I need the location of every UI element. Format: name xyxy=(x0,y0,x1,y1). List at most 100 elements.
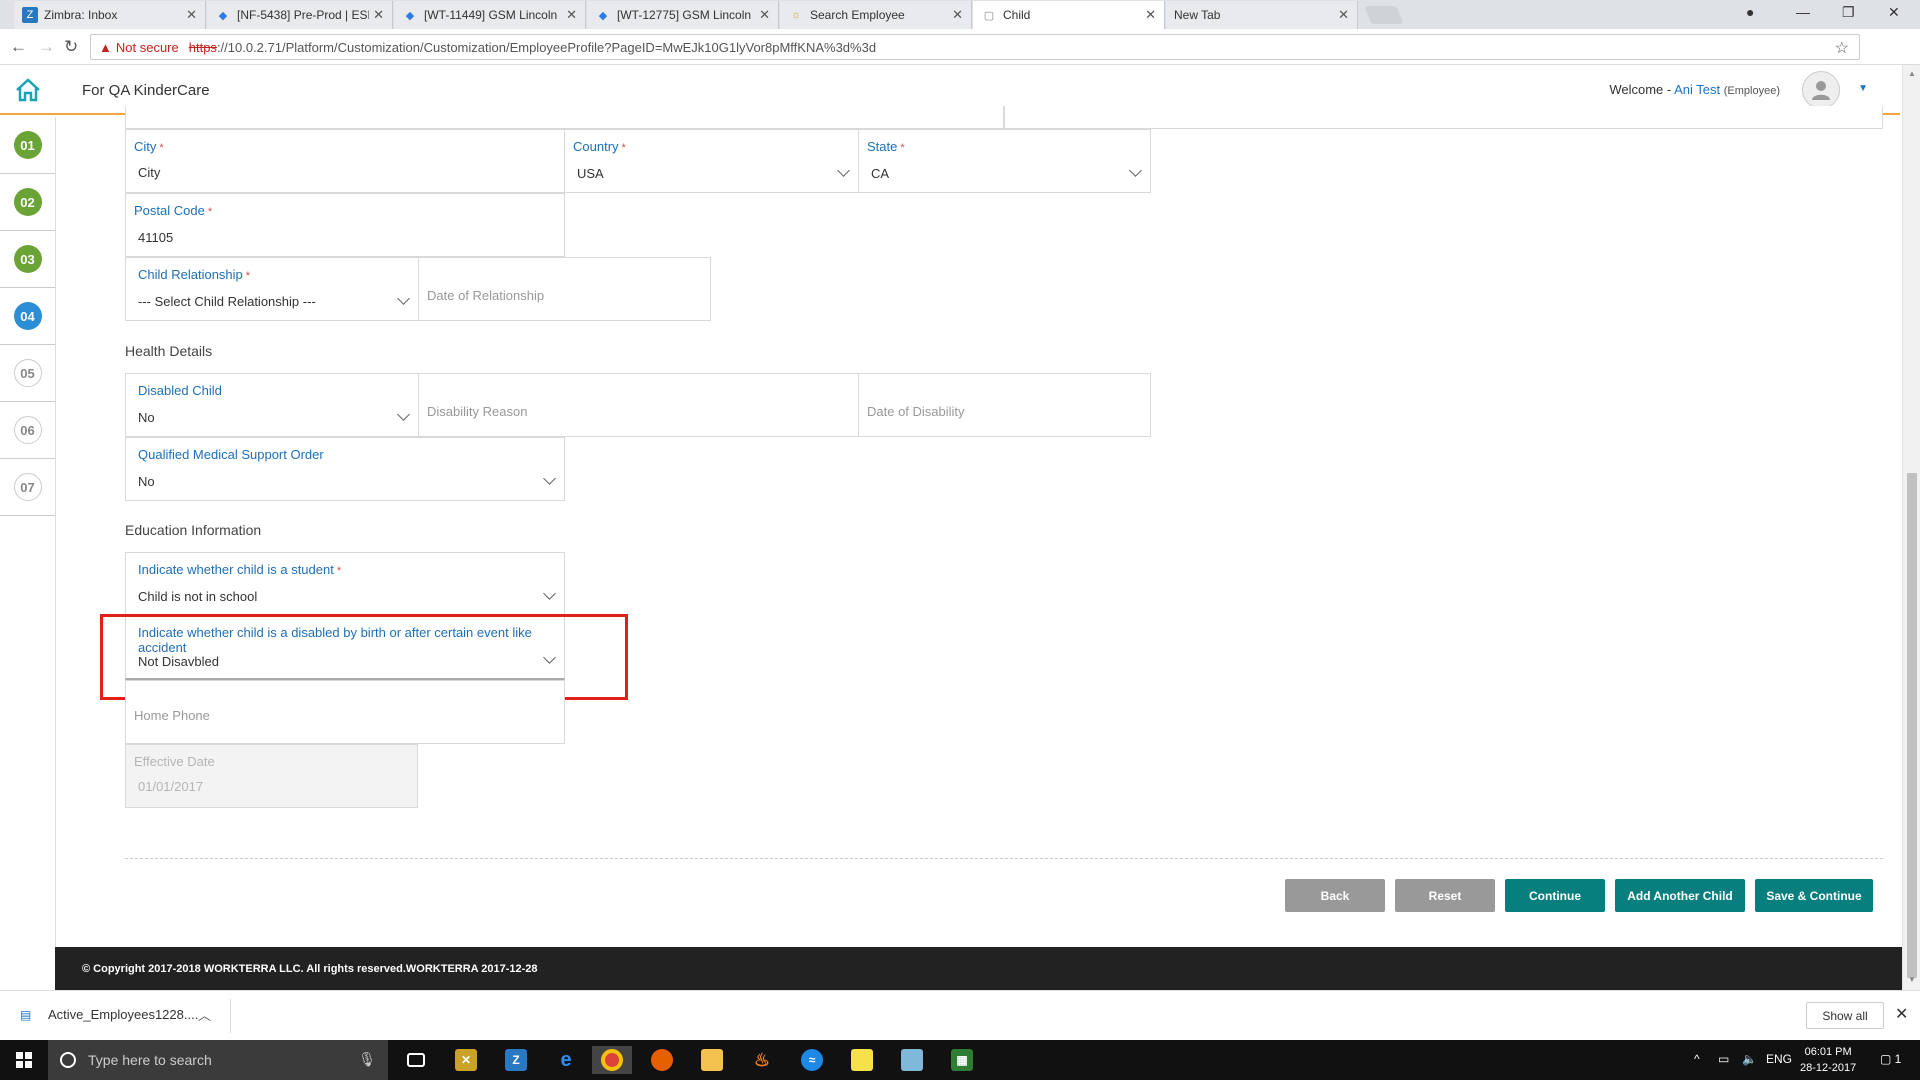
date-of-disability-field[interactable]: Date of Disability xyxy=(858,373,1151,437)
notepad-app-icon[interactable] xyxy=(892,1046,932,1074)
field-label: Postal Code * xyxy=(134,203,213,218)
tab-wt-11449[interactable]: ◆ [WT-11449] GSM Lincoln ✕ xyxy=(394,1,586,29)
tab-new-tab[interactable]: New Tab ✕ xyxy=(1166,1,1358,29)
close-tab-icon[interactable]: ✕ xyxy=(759,7,770,23)
chevron-down-icon xyxy=(397,408,410,421)
state-select[interactable]: State * CA xyxy=(858,129,1151,193)
scrollbar-thumb[interactable] xyxy=(1907,473,1917,978)
disability-reason-field[interactable]: Disability Reason xyxy=(418,373,859,437)
tools-app-icon[interactable]: ✕ xyxy=(446,1046,486,1074)
volume-muted-icon[interactable]: 🔈 xyxy=(1742,1052,1757,1066)
file-explorer-icon[interactable] xyxy=(692,1046,732,1074)
windows-start-icon[interactable] xyxy=(16,1052,32,1068)
step-01[interactable]: 01 xyxy=(0,117,55,174)
home-icon[interactable] xyxy=(14,77,42,103)
back-arrow-icon[interactable]: ← xyxy=(10,37,27,57)
task-view-icon[interactable] xyxy=(396,1046,436,1074)
new-tab-button[interactable] xyxy=(1364,6,1404,24)
tab-search-employee[interactable]: ☼ Search Employee ✕ xyxy=(780,1,972,29)
system-clock[interactable]: 06:01 PM 28-12-2017 xyxy=(1800,1044,1856,1076)
chevron-up-icon[interactable]: ︿ xyxy=(198,1005,211,1024)
close-icon[interactable]: ✕ xyxy=(1895,1004,1908,1024)
clock-date: 28-12-2017 xyxy=(1800,1062,1857,1074)
back-button[interactable]: Back xyxy=(1285,879,1385,912)
notification-icon[interactable]: ▢ 1 xyxy=(1880,1052,1901,1066)
firefox-browser-icon[interactable] xyxy=(642,1046,682,1074)
minimize-icon[interactable]: — xyxy=(1796,4,1810,20)
home-phone-field[interactable]: Home Phone xyxy=(125,680,565,744)
chrome-browser-icon[interactable] xyxy=(592,1046,632,1074)
zimbra-app-icon[interactable]: Z xyxy=(496,1046,536,1074)
state-value: CA xyxy=(871,166,890,181)
student-status-value: Child is not in school xyxy=(138,589,258,604)
download-bar: ▤ Active_Employees1228.... ︿ Show all ✕ xyxy=(0,990,1920,1040)
close-tab-icon[interactable]: ✕ xyxy=(566,7,577,23)
tab-nf-5438[interactable]: ◆ [NF-5438] Pre-Prod | ESB ✕ xyxy=(207,1,393,29)
close-tab-icon[interactable]: ✕ xyxy=(1145,7,1156,23)
close-tab-icon[interactable]: ✕ xyxy=(952,7,963,23)
date-of-relationship-field[interactable]: Date of Relationship xyxy=(418,257,711,321)
tab-wt-12775[interactable]: ◆ [WT-12775] GSM Lincoln ✕ xyxy=(587,1,779,29)
language-indicator[interactable]: ENG xyxy=(1766,1052,1792,1066)
chevron-down-icon[interactable]: ▼ xyxy=(1858,83,1868,94)
disabled-child-select[interactable]: Disabled Child No xyxy=(125,373,419,437)
flame-app-icon[interactable]: ♨ xyxy=(742,1046,782,1074)
continue-button[interactable]: Continue xyxy=(1505,879,1605,912)
step-03[interactable]: 03 xyxy=(0,231,55,288)
scroll-down-arrow-icon[interactable]: ▼ xyxy=(1908,975,1916,984)
field-placeholder: Date of Disability xyxy=(867,404,965,419)
step-02[interactable]: 02 xyxy=(0,174,55,231)
effective-date-field: Effective Date 01/01/2017 xyxy=(125,744,418,808)
page-scrollbar[interactable]: ▲ ▼ xyxy=(1902,65,1920,990)
city-field[interactable]: City * City xyxy=(125,129,565,193)
avatar[interactable] xyxy=(1802,71,1840,109)
divider xyxy=(55,117,56,947)
sticky-notes-icon[interactable] xyxy=(842,1046,882,1074)
field-cut-off xyxy=(125,106,1004,129)
restore-icon[interactable]: ❐ xyxy=(1842,4,1855,21)
network-icon[interactable]: ▭ xyxy=(1718,1052,1729,1066)
student-status-select[interactable]: Indicate whether child is a student * Chi… xyxy=(125,552,565,616)
profile-icon[interactable]: ● xyxy=(1746,4,1754,20)
bookmark-star-icon[interactable]: ☆ xyxy=(1835,38,1849,58)
welcome-prefix: Welcome - xyxy=(1609,82,1672,97)
cortana-icon xyxy=(60,1052,76,1068)
taskbar-search-box[interactable]: Type here to search 🎙 xyxy=(48,1040,388,1080)
postal-code-field[interactable]: Postal Code * 41105 xyxy=(125,193,565,257)
url-input[interactable]: ▲ Not secure https ://10.0.2.71/Platform… xyxy=(90,34,1860,60)
close-tab-icon[interactable]: ✕ xyxy=(373,7,384,23)
network-app-icon[interactable]: ≈ xyxy=(792,1046,832,1074)
reload-icon[interactable]: ↻ xyxy=(64,37,78,57)
app-icon: ☼ xyxy=(790,9,802,21)
add-another-child-button[interactable]: Add Another Child xyxy=(1615,879,1745,912)
url-scheme: https xyxy=(188,39,217,55)
tab-child[interactable]: ▢ Child ✕ xyxy=(973,1,1165,29)
step-07[interactable]: 07 xyxy=(0,459,55,516)
reset-button[interactable]: Reset xyxy=(1395,879,1495,912)
step-04[interactable]: 04 xyxy=(0,288,55,345)
step-05[interactable]: 05 xyxy=(0,345,55,402)
postal-code-value: 41105 xyxy=(138,230,174,245)
close-tab-icon[interactable]: ✕ xyxy=(186,7,197,23)
close-tab-icon[interactable]: ✕ xyxy=(1338,7,1349,23)
jira-icon: ◆ xyxy=(405,9,415,22)
scroll-up-arrow-icon[interactable]: ▲ xyxy=(1908,69,1916,78)
download-item[interactable]: Active_Employees1228.... xyxy=(48,1007,198,1022)
show-all-button[interactable]: Show all xyxy=(1806,1002,1884,1029)
step-number: 05 xyxy=(13,359,42,387)
save-and-continue-button[interactable]: Save & Continue xyxy=(1755,879,1873,912)
country-select[interactable]: Country * USA xyxy=(564,129,859,193)
step-06[interactable]: 06 xyxy=(0,402,55,459)
spreadsheet-app-icon[interactable]: ▦ xyxy=(942,1046,982,1074)
edge-browser-icon[interactable]: e xyxy=(546,1046,586,1074)
copyright-footer: © Copyright 2017-2018 WORKTERRA LLC. All… xyxy=(55,947,1902,990)
child-relationship-select[interactable]: Child Relationship * --- Select Child Rel… xyxy=(125,257,419,321)
step-number: 02 xyxy=(13,188,42,216)
qualified-medical-support-order-select[interactable]: Qualified Medical Support Order No xyxy=(125,437,565,501)
microphone-icon[interactable]: 🎙 xyxy=(358,1051,376,1068)
close-window-icon[interactable]: ✕ xyxy=(1888,4,1900,21)
chevron-up-icon[interactable]: ^ xyxy=(1694,1052,1700,1066)
user-name-link[interactable]: Ani Test xyxy=(1674,82,1720,97)
forward-arrow-icon[interactable]: → xyxy=(38,37,55,57)
tab-zimbra[interactable]: Z Zimbra: Inbox ✕ xyxy=(14,1,206,29)
